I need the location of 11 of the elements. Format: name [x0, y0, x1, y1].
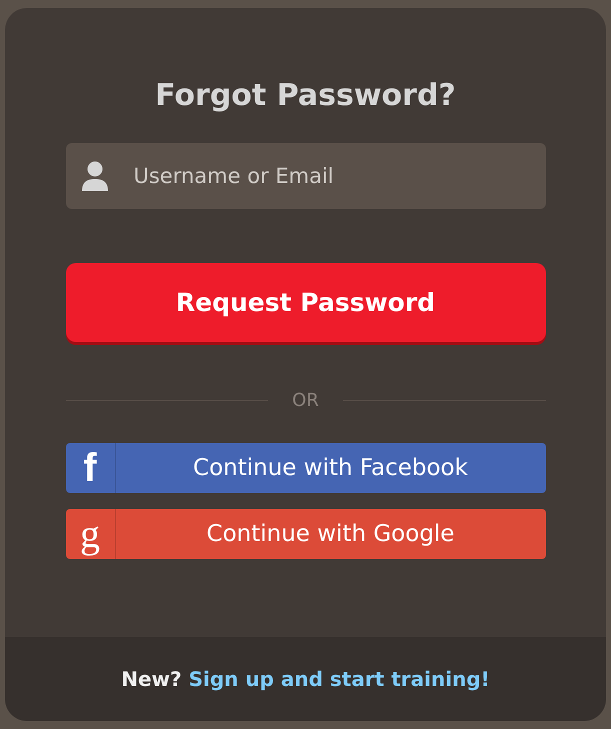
user-icon	[80, 160, 108, 192]
username-field[interactable]: Username or Email	[66, 143, 546, 209]
signup-link[interactable]: Sign up and start training!	[188, 664, 490, 694]
facebook-logo-icon: f	[83, 448, 97, 488]
footer-prompt: New?	[121, 666, 182, 693]
social-login-button[interactable]: f Continue with Facebook	[66, 443, 546, 493]
google-logo-icon: g	[80, 514, 100, 554]
request-password-button[interactable]: Request Password	[66, 263, 546, 342]
social-login-button[interactable]: g Continue with Google	[66, 509, 546, 559]
or-divider-label: OR	[292, 389, 319, 413]
page-title: Forgot Password?	[155, 78, 456, 114]
